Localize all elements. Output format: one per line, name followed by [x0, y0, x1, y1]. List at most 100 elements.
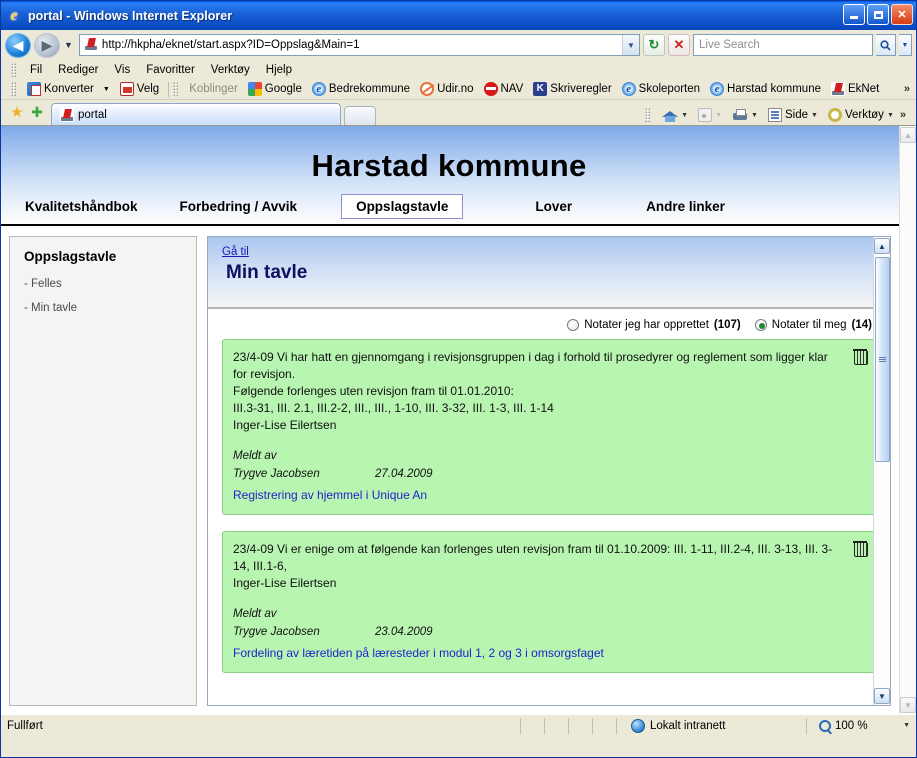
links-grip2-icon[interactable] — [173, 82, 179, 96]
chevron-down-icon[interactable]: ▼ — [103, 86, 110, 93]
new-tab-button[interactable] — [344, 106, 376, 125]
link-harstad-kommune[interactable]: Harstad kommune — [705, 82, 826, 96]
scrollbar-track[interactable] — [875, 462, 890, 687]
url-bar[interactable]: http://hkpha/eknet/start.aspx?ID=Oppslag… — [78, 34, 640, 56]
history-dropdown-icon[interactable]: ▼ — [64, 40, 73, 50]
page-menu-button[interactable]: Side ▼ — [764, 107, 822, 123]
nav-kvalitetshandbok[interactable]: Kvalitetshåndbok — [23, 196, 140, 217]
tools-menu-button[interactable]: Verktøy ▼ — [824, 107, 898, 123]
star-icon[interactable]: ★ — [7, 102, 27, 122]
search-input[interactable] — [697, 38, 869, 52]
chevron-down-icon[interactable]: ▼ — [681, 112, 688, 119]
radio-icon-selected[interactable] — [754, 319, 767, 331]
menu-hjelp[interactable]: Hjelp — [258, 63, 300, 77]
sidebar-item-felles[interactable]: - Felles — [24, 278, 182, 290]
scroll-up-button[interactable]: ▲ — [874, 238, 890, 254]
nav-andre-linker[interactable]: Andre linker — [644, 196, 727, 217]
page-viewport: Harstad kommune Kvalitetshåndbok Forbedr… — [1, 126, 916, 714]
note-author: Trygve Jacobsen — [233, 468, 320, 481]
goto-link[interactable]: Gå til — [222, 246, 890, 258]
note-card[interactable]: 23/4-09 Vi er enige om at følgende kan f… — [222, 530, 878, 673]
print-button[interactable]: ▼ — [728, 108, 762, 123]
security-zone[interactable]: Lokalt intranett — [616, 717, 806, 734]
toolbar-divider — [168, 81, 170, 97]
page-scrollbar-track[interactable] — [901, 144, 916, 696]
filter-notater-jeg-har-opprettet[interactable]: Notater jeg har opprettet (107) — [567, 319, 741, 331]
nav-lover[interactable]: Lover — [533, 196, 574, 217]
panel-scrollbar[interactable]: ▲ ▼ — [873, 237, 890, 705]
link-google[interactable]: Google — [243, 82, 307, 96]
menu-verktoy[interactable]: Verktøy — [203, 63, 258, 77]
feeds-button[interactable]: ▼ — [694, 107, 726, 123]
nav-oppslagstavle[interactable]: Oppslagstavle — [341, 194, 464, 219]
zoom-control[interactable]: 100 % ▼ — [806, 717, 916, 734]
links-overflow-icon[interactable]: » — [904, 83, 916, 95]
select-button[interactable]: Velg — [115, 82, 164, 96]
panel-header: Gå til Min tavle — [208, 237, 890, 309]
command-grip-icon[interactable] — [645, 108, 651, 122]
links-grip-icon[interactable] — [11, 82, 16, 96]
sidebar-item-min-tavle[interactable]: - Min tavle — [24, 302, 182, 314]
chevron-down-icon[interactable]: ▼ — [751, 112, 758, 119]
note-link[interactable]: Registrering av hjemmel i Unique An — [233, 487, 865, 504]
tab-bar: ★ ✚ portal ▼ ▼ ▼ Side ▼ Verktøy ▼ » — [1, 100, 916, 126]
note-card[interactable]: 23/4-09 Vi har hatt en gjennomgang i rev… — [222, 339, 878, 515]
link-label: Harstad kommune — [727, 83, 821, 95]
status-pane — [568, 717, 592, 734]
chevron-down-icon[interactable]: ▼ — [887, 112, 894, 119]
command-bar: ▼ ▼ ▼ Side ▼ Verktøy ▼ » — [645, 107, 916, 125]
stop-button[interactable]: ✕ — [668, 34, 690, 56]
nav-forbedring-avvik[interactable]: Forbedring / Avvik — [178, 196, 300, 217]
pdf-icon — [119, 82, 134, 96]
link-label: Skriveregler — [550, 83, 612, 95]
search-box[interactable] — [693, 34, 873, 56]
forward-button[interactable]: ▶ — [34, 32, 60, 58]
scrollbar-thumb[interactable] — [874, 257, 890, 462]
address-bar: ◀ ▶ ▼ http://hkpha/eknet/start.aspx?ID=O… — [1, 30, 916, 60]
search-dropdown-icon[interactable]: ▼ — [899, 34, 912, 56]
link-skriveregler[interactable]: K Skriveregler — [528, 82, 616, 96]
menu-grip-icon[interactable] — [11, 62, 16, 77]
status-pane — [592, 717, 616, 734]
trash-icon[interactable] — [853, 540, 868, 557]
tab-portal[interactable]: portal — [51, 103, 341, 125]
menu-vis[interactable]: Vis — [106, 63, 138, 77]
minimize-button[interactable] — [843, 4, 865, 25]
menu-favoritter[interactable]: Favoritter — [138, 63, 203, 77]
link-udir[interactable]: Udir.no — [415, 82, 478, 96]
add-favorite-icon[interactable]: ✚ — [27, 102, 47, 122]
link-eknet[interactable]: EkNet — [826, 82, 884, 96]
back-button[interactable]: ◀ — [5, 32, 31, 58]
trash-icon[interactable] — [853, 348, 868, 365]
url-dropdown-icon[interactable]: ▼ — [622, 35, 639, 55]
command-overflow-icon[interactable]: » — [900, 109, 912, 121]
home-button[interactable]: ▼ — [658, 107, 692, 123]
menu-fil[interactable]: Fil — [22, 63, 50, 77]
web-page: Harstad kommune Kvalitetshåndbok Forbedr… — [1, 126, 899, 714]
converter-button[interactable]: Konverter ▼ — [22, 82, 115, 96]
note-link[interactable]: Fordeling av læretiden på læresteder i m… — [233, 645, 865, 662]
link-bedrekommune[interactable]: Bedrekommune — [307, 82, 415, 96]
close-button[interactable]: ✕ — [891, 4, 913, 25]
scroll-down-button[interactable]: ▼ — [874, 688, 890, 704]
filter-notater-til-meg[interactable]: Notater til meg (14) — [754, 319, 872, 331]
link-skoleporten[interactable]: Skoleporten — [617, 82, 705, 96]
link-nav[interactable]: NAV — [479, 82, 529, 96]
chevron-down-icon[interactable]: ▼ — [903, 722, 916, 729]
link-label: Skoleporten — [638, 83, 701, 95]
note-date: 23.04.2009 — [375, 626, 433, 639]
radio-icon[interactable] — [567, 319, 580, 331]
search-icon[interactable] — [876, 34, 896, 56]
site-icon — [83, 37, 99, 53]
link-label: NAV — [500, 83, 524, 95]
menu-rediger[interactable]: Rediger — [50, 63, 106, 77]
converter-icon — [27, 82, 41, 96]
menu-bar: Fil Rediger Vis Favoritter Verktøy Hjelp — [1, 60, 916, 79]
maximize-button[interactable] — [867, 4, 889, 25]
page-scroll-down-button[interactable]: ▼ — [900, 697, 916, 713]
page-scrollbar[interactable]: ▲ ▼ — [899, 126, 916, 714]
chevron-down-icon[interactable]: ▼ — [811, 112, 818, 119]
page-scroll-up-button[interactable]: ▲ — [900, 127, 916, 143]
refresh-button[interactable]: ↻ — [643, 34, 665, 56]
ie-icon — [621, 82, 636, 96]
